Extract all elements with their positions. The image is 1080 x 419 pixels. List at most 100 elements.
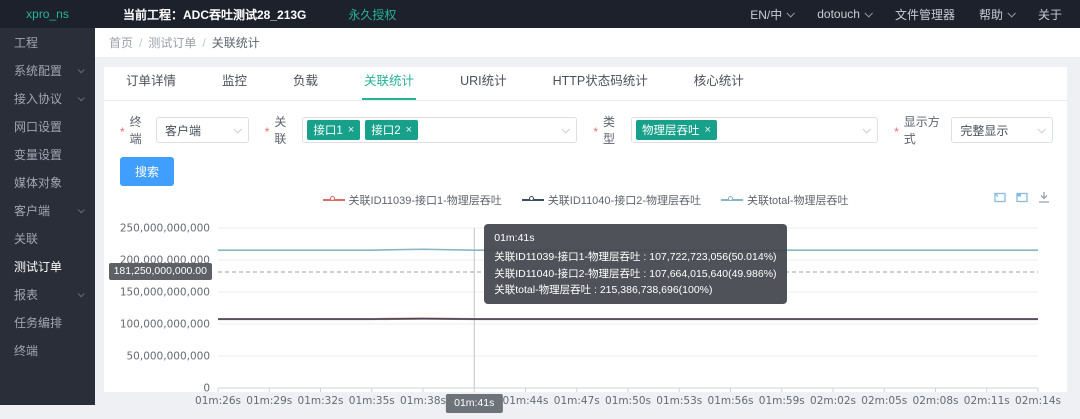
x-axis-pointer-badge: 01m:41s	[446, 394, 502, 413]
filter-group-terminal: * 终端 客户端	[120, 113, 249, 147]
relation-tags: 接口1×接口2×	[307, 120, 418, 140]
legend-item[interactable]: 关联total-物理层吞吐	[721, 192, 848, 208]
tab-item[interactable]: 负载	[291, 62, 320, 100]
svg-text:100,000,000,000: 100,000,000,000	[120, 319, 210, 331]
svg-text:02m:02s: 02m:02s	[810, 395, 856, 407]
svg-text:01m:44s: 01m:44s	[503, 395, 549, 407]
legend-item[interactable]: 关联ID11040-接口2-物理层吞吐	[522, 192, 701, 208]
header-nav-item[interactable]: 帮助	[979, 6, 1014, 23]
sidebar-item[interactable]: 接入协议	[0, 84, 95, 112]
header-nav-item[interactable]: dotouch	[817, 7, 871, 21]
download-icon[interactable]	[1037, 190, 1051, 204]
breadcrumb-separator: /	[139, 36, 142, 50]
header-nav-item[interactable]: 关于	[1038, 6, 1062, 23]
header-nav-item[interactable]: EN/中	[750, 6, 793, 23]
required-asterisk: *	[265, 125, 270, 139]
filter-group-relation: * 关联 接口1×接口2×	[265, 113, 578, 147]
display-mode-select[interactable]: 完整显示	[951, 117, 1053, 143]
app-logo[interactable]: xpro_ns	[0, 7, 95, 21]
legend-item[interactable]: 关联ID11039-接口1-物理层吞吐	[323, 192, 502, 208]
filter-label-relation: 关联	[274, 113, 297, 147]
terminal-select[interactable]: 客户端	[156, 117, 249, 143]
filter-group-type: * 类型 物理层吞吐×	[593, 113, 878, 147]
tab-item[interactable]: HTTP状态码统计	[551, 62, 650, 100]
chart-area[interactable]: 050,000,000,000100,000,000,000150,000,00…	[118, 216, 1063, 416]
required-asterisk: *	[593, 125, 598, 139]
header-nav-item-label: 帮助	[979, 6, 1003, 23]
legend-line-marker-icon	[522, 195, 544, 205]
tooltip-title: 01m:41s	[494, 230, 776, 246]
tag-close-icon[interactable]: ×	[406, 124, 412, 136]
tooltip-row: 关联total-物理层吞吐 : 215,386,738,696(100%)	[494, 282, 776, 298]
chevron-down-icon	[1007, 9, 1015, 17]
current-project-label: 当前工程：ADC吞吐测试28_213G	[123, 6, 306, 23]
chevron-down-icon	[78, 94, 85, 101]
sidebar-item-label: 接入协议	[14, 90, 62, 107]
zoom-reset-icon[interactable]	[1015, 190, 1029, 204]
svg-text:01m:35s: 01m:35s	[349, 395, 395, 407]
type-select[interactable]: 物理层吞吐×	[631, 117, 878, 143]
chevron-down-icon	[864, 9, 872, 17]
filter-group-display: * 显示方式 完整显示	[894, 113, 1053, 147]
sidebar-item-label: 工程	[14, 34, 38, 51]
required-asterisk: *	[120, 125, 125, 139]
chart-section: 关联ID11039-接口1-物理层吞吐关联ID11040-接口2-物理层吞吐关联…	[104, 190, 1067, 416]
sidebar-item[interactable]: 系统配置	[0, 56, 95, 84]
sidebar-item[interactable]: 测试订单	[0, 252, 95, 280]
chart-toolbox	[993, 190, 1051, 204]
breadcrumb-link[interactable]: 首页	[109, 34, 133, 51]
sidebar-item[interactable]: 报表	[0, 280, 95, 308]
svg-text:01m:53s: 01m:53s	[656, 395, 702, 407]
chevron-down-icon	[863, 125, 871, 133]
header-nav: EN/中 dotouch 文件管理器 帮助 关于	[750, 6, 1080, 23]
sidebar-item[interactable]: 变量设置	[0, 140, 95, 168]
breadcrumb-current: 关联统计	[212, 34, 260, 51]
sidebar-item-label: 系统配置	[14, 62, 62, 79]
tab-item[interactable]: URI统计	[458, 62, 509, 100]
header-nav-item-label: 关于	[1038, 6, 1062, 23]
relation-select[interactable]: 接口1×接口2×	[302, 117, 577, 143]
sidebar-item[interactable]: 客户端	[0, 196, 95, 224]
sidebar-item[interactable]: 媒体对象	[0, 168, 95, 196]
header-nav-item[interactable]: 文件管理器	[895, 6, 955, 23]
legend-item-label: 关联ID11040-接口2-物理层吞吐	[548, 192, 701, 208]
tooltip-row: 关联ID11039-接口1-物理层吞吐 : 107,722,723,056(50…	[494, 249, 776, 265]
search-button[interactable]: 搜索	[120, 157, 174, 186]
required-asterisk: *	[894, 125, 899, 139]
sidebar-item-label: 客户端	[14, 202, 50, 219]
tab-item[interactable]: 监控	[220, 62, 249, 100]
breadcrumb-separator: /	[202, 36, 205, 50]
header-nav-item-label: 文件管理器	[895, 6, 955, 23]
sidebar-item[interactable]: 网口设置	[0, 112, 95, 140]
sidebar: 工程系统配置接入协议网口设置变量设置媒体对象客户端关联测试订单报表任务编排终端	[0, 28, 95, 405]
tooltip-row: 关联ID11040-接口2-物理层吞吐 : 107,664,015,640(49…	[494, 266, 776, 282]
svg-text:01m:38s: 01m:38s	[400, 395, 446, 407]
sidebar-item[interactable]: 工程	[0, 28, 95, 56]
sidebar-item-label: 关联	[14, 230, 38, 247]
tab-active[interactable]: 关联统计	[362, 62, 416, 100]
tab-item[interactable]: 核心统计	[692, 62, 746, 100]
tag-close-icon[interactable]: ×	[704, 124, 710, 136]
tag-close-icon[interactable]: ×	[348, 124, 354, 136]
sidebar-item[interactable]: 终端	[0, 336, 95, 364]
sidebar-item-label: 网口设置	[14, 118, 62, 135]
svg-text:02m:08s: 02m:08s	[913, 395, 959, 407]
main-area: 首页 / 测试订单 / 关联统计 订单详情 监控 负载 关联统计 URI统计 HTTP状态码统计 核…	[95, 28, 1080, 405]
legend-item-label: 关联ID11039-接口1-物理层吞吐	[349, 192, 502, 208]
terminal-select-value: 客户端	[165, 122, 201, 139]
breadcrumb: 首页 / 测试订单 / 关联统计	[95, 28, 1080, 58]
sidebar-item[interactable]: 关联	[0, 224, 95, 252]
svg-text:0: 0	[203, 383, 210, 395]
sidebar-item-label: 任务编排	[14, 314, 62, 331]
data-zoom-icon[interactable]	[993, 190, 1007, 204]
chevron-down-icon	[78, 206, 85, 213]
sidebar-item[interactable]: 任务编排	[0, 308, 95, 336]
tab-item[interactable]: 订单详情	[124, 62, 178, 100]
svg-text:150,000,000,000: 150,000,000,000	[120, 287, 210, 299]
breadcrumb-link[interactable]: 测试订单	[148, 34, 196, 51]
svg-text:01m:32s: 01m:32s	[298, 395, 344, 407]
sidebar-item-label: 媒体对象	[14, 174, 62, 191]
svg-text:01m:26s: 01m:26s	[195, 395, 241, 407]
top-header: xpro_ns 当前工程：ADC吞吐测试28_213G 永久授权 EN/中dot…	[0, 0, 1080, 28]
chevron-down-icon	[78, 290, 85, 297]
